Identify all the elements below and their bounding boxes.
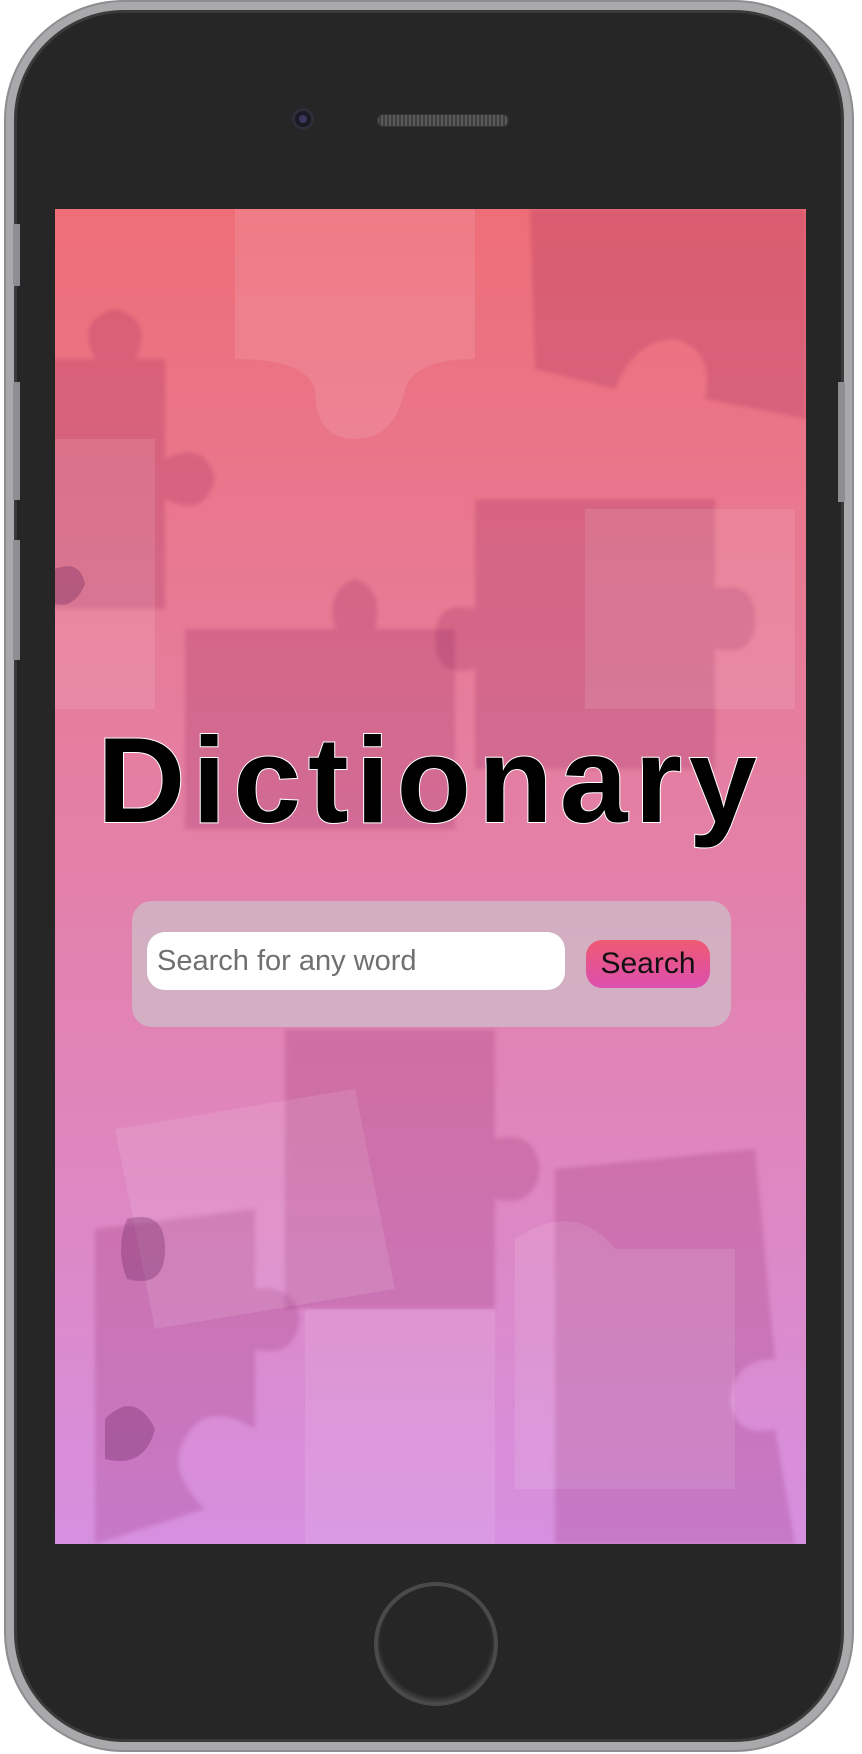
mute-switch <box>13 224 20 286</box>
earpiece-speaker <box>377 114 509 127</box>
volume-down-button <box>13 540 20 660</box>
page-title: Dictionary <box>96 712 764 848</box>
volume-up-button <box>13 382 20 500</box>
search-panel: Search <box>132 901 731 1027</box>
search-button[interactable]: Search <box>586 940 710 988</box>
puzzle-background-icon <box>55 209 806 1544</box>
power-button <box>838 382 845 502</box>
front-camera-icon <box>292 108 314 130</box>
search-input[interactable] <box>147 932 565 990</box>
home-button[interactable] <box>374 1582 498 1706</box>
app-screen: Dictionary Search <box>55 209 806 1544</box>
